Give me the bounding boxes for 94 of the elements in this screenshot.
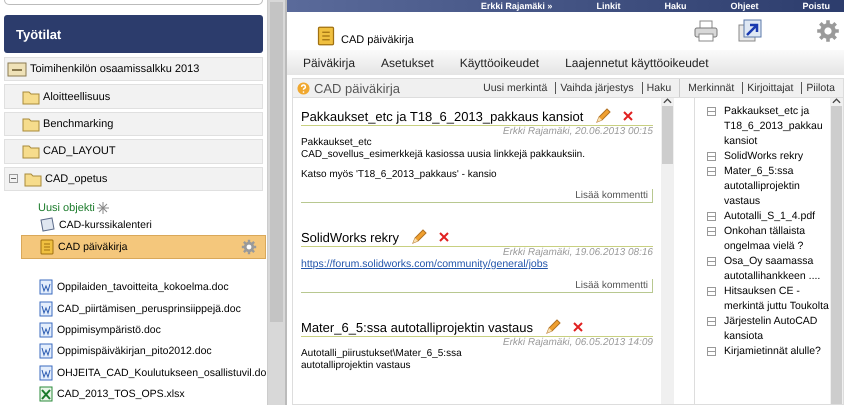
index-link[interactable]: SolidWorks rekry xyxy=(724,149,804,164)
index-link[interactable]: Kirjamietinnät alulle? xyxy=(724,344,821,359)
new-object-link[interactable]: Uusi objekti xyxy=(38,202,95,214)
index-link[interactable]: Hitsauksen CE - merkintä juttu Toukolta xyxy=(724,284,829,314)
folder-item[interactable]: CAD_opetus xyxy=(4,166,264,191)
entry-meta: Erkki Rajamäki, 06.05.2013 14:09 xyxy=(502,337,653,348)
tab[interactable]: Päiväkirja xyxy=(293,50,372,76)
toolbar-link[interactable]: Haku xyxy=(642,82,676,94)
entry-text: Katso myös 'T18_6_2013_pakkaus' - kansio xyxy=(301,169,498,181)
list-bullet-icon xyxy=(707,287,716,296)
delete-icon xyxy=(439,232,450,242)
entry-meta: Erkki Rajamäki, 19.06.2013 08:16 xyxy=(502,247,653,258)
pencil-icon xyxy=(411,229,428,245)
index-link[interactable]: Osa_Oy saamassa autotallihankkeen .... xyxy=(724,254,829,284)
list-bullet-icon xyxy=(707,257,716,266)
scrollbar[interactable] xyxy=(830,98,843,404)
tree-item[interactable]: CAD_piirtämisen_perusprinsiippejä.doc xyxy=(21,298,264,320)
entry-text: Autotalli_piirustukset\Mater_6_5:ssa autotalliprojektin vastaus xyxy=(301,348,463,372)
tab[interactable]: Asetukset xyxy=(371,50,450,76)
top-nav-link[interactable]: Erkki Rajamäki » xyxy=(480,1,552,11)
tree-item[interactable]: CAD-kurssikalenteri xyxy=(21,214,264,236)
entry-title: SolidWorks rekry xyxy=(301,230,400,244)
list-bullet-icon xyxy=(707,212,716,221)
drawer-icon xyxy=(7,61,27,78)
top-nav-link[interactable]: Poistu xyxy=(802,1,830,11)
tree-item[interactable]: CAD_2013_TOS_OPS.xlsx xyxy=(21,384,264,405)
scrollbar[interactable] xyxy=(661,98,674,404)
top-nav-link[interactable]: Ohjeet xyxy=(730,1,758,11)
toolbar-link[interactable]: Uusi merkintä xyxy=(479,82,552,94)
caret-up-icon xyxy=(832,98,841,104)
document-icon xyxy=(39,343,53,360)
print-icon xyxy=(694,20,718,42)
spreadsheet-icon xyxy=(39,386,53,402)
toolbar-link[interactable]: Piilota xyxy=(801,82,839,94)
index-link[interactable]: Mater_6_5:ssa autotalliprojektin vastaus xyxy=(724,164,829,209)
caret-up-icon xyxy=(663,98,672,104)
index-link[interactable]: Pakkaukset_etc ja T18_6_2013_pakkau kansiot xyxy=(724,104,829,149)
entry-text: Pakkaukset_etc CAD_sovellus_esimerkkejä kasiossa uusia linkkejä pakkauksiin. xyxy=(301,137,586,161)
entry-title: Pakkaukset_etc ja T18_6_2013_pakkaus kansiot xyxy=(301,108,584,124)
index-link[interactable]: Autotalli_S_1_4.pdf xyxy=(724,209,816,224)
workspace-item[interactable]: Toimihenkilön osaamissalkku 2013 xyxy=(4,56,264,82)
page-title: CAD päiväkirja xyxy=(341,34,414,46)
tree-item[interactable]: CAD päiväkirja xyxy=(21,235,266,259)
index-link[interactable]: Onkohan tällaista ongelmaa vielä ? xyxy=(724,224,829,254)
list-bullet-icon xyxy=(707,152,716,161)
book-icon xyxy=(40,239,54,256)
tree-item[interactable]: Oppimispäiväkirjan_pito2012.doc xyxy=(21,340,264,362)
url-link[interactable]: https://forum.solidworks.com/community/general/jobs xyxy=(301,258,548,270)
delete-icon xyxy=(572,322,583,332)
folder-item[interactable]: Benchmarking xyxy=(4,112,264,136)
tab[interactable]: Laajennetut käyttöoikeudet xyxy=(555,50,725,76)
popout-icon xyxy=(738,19,762,43)
folder-icon xyxy=(22,143,40,160)
document-icon xyxy=(39,364,53,381)
folder-item[interactable]: Aloitteellisuus xyxy=(4,84,264,109)
collapse-icon[interactable] xyxy=(9,174,18,184)
pencil-icon xyxy=(544,319,561,335)
index-link[interactable]: Järjestelin AutoCAD kansiota xyxy=(724,314,829,344)
toolbar-link[interactable]: Kirjoittajat xyxy=(742,82,798,94)
workspaces-header: Työtilat xyxy=(4,14,264,53)
document-icon xyxy=(39,300,53,316)
sparkle-icon xyxy=(96,202,109,214)
list-bullet-icon xyxy=(707,107,716,116)
delete-icon xyxy=(623,111,634,121)
document-icon xyxy=(39,279,53,296)
list-bullet-icon xyxy=(707,317,716,326)
top-nav-link[interactable]: Haku xyxy=(664,1,686,11)
folder-item[interactable]: CAD_LAYOUT xyxy=(4,139,264,164)
list-bullet-icon xyxy=(707,227,716,236)
tree-item[interactable]: Oppilaiden_tavoitteita_kokoelma.doc xyxy=(21,276,264,298)
tab[interactable]: Käyttöoikeudet xyxy=(450,50,556,76)
help-icon xyxy=(297,82,310,94)
document-icon xyxy=(39,322,53,338)
scrollbar[interactable] xyxy=(267,0,285,405)
entry-meta: Erkki Rajamäki, 20.06.2013 00:15 xyxy=(502,126,653,137)
book-icon xyxy=(317,26,335,46)
folder-icon xyxy=(22,116,40,132)
entry-title: Mater_6_5:ssa autotalliprojektin vastaus xyxy=(301,320,533,334)
toolbar-link[interactable]: Merkinnät xyxy=(684,82,738,94)
tree-item[interactable]: OHJEITA_CAD_Koulutukseen_osallistuvil.do xyxy=(21,362,264,384)
panel-title: CAD päiväkirja xyxy=(314,80,401,96)
pencil-icon xyxy=(595,108,612,124)
scrollbar-thumb[interactable] xyxy=(831,106,842,404)
settings-icon xyxy=(816,19,840,43)
list-bullet-icon xyxy=(707,167,716,176)
tree-item[interactable]: Oppimisympäristö.doc xyxy=(21,319,264,341)
folder-icon xyxy=(24,170,42,187)
folder-icon xyxy=(22,88,40,104)
calendar-icon xyxy=(39,216,55,233)
toolbar-link[interactable]: Vaihda järjestys xyxy=(555,82,638,94)
top-nav-link[interactable]: Linkit xyxy=(596,1,620,11)
scrollbar-thumb[interactable] xyxy=(662,106,673,164)
list-bullet-icon xyxy=(707,347,716,356)
settings-icon xyxy=(241,239,257,256)
